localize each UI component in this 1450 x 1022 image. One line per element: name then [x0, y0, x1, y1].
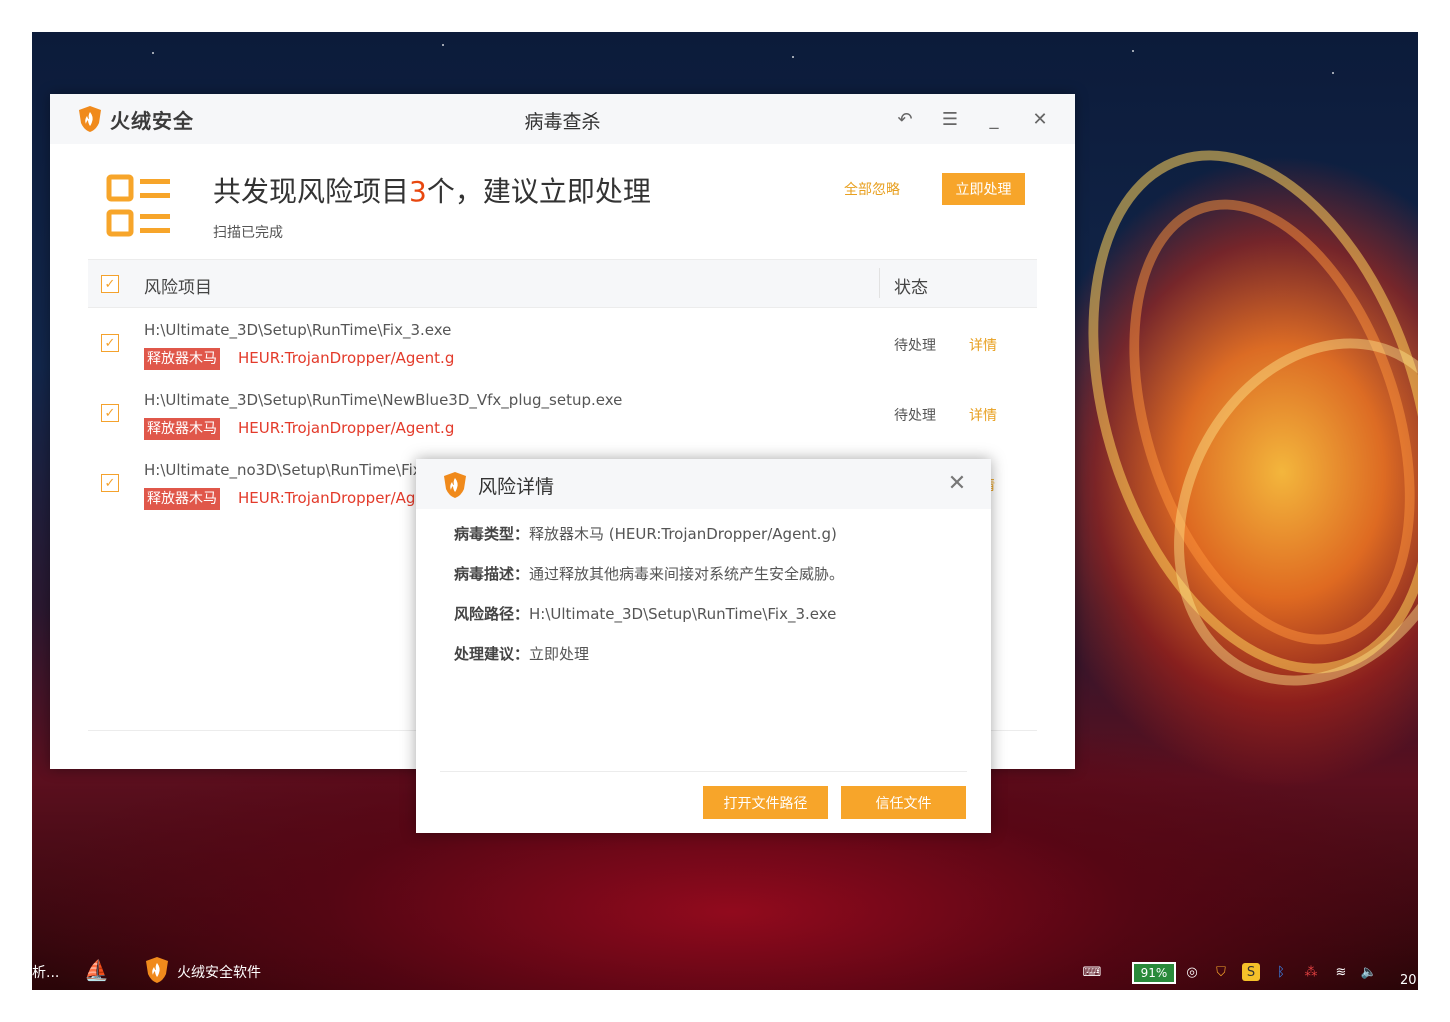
suggestion-row: 处理建议：立即处理	[454, 643, 589, 664]
huorong-taskbar-icon[interactable]	[145, 956, 169, 984]
scan-headline: 共发现风险项目3个，建议立即处理	[213, 170, 651, 210]
risk-count: 3	[409, 175, 427, 208]
field-value: H:\Ultimate_3D\Setup\RunTime\Fix_3.exe	[529, 605, 837, 623]
ignore-all-link[interactable]: 全部忽略	[844, 179, 900, 199]
titlebar: 火绒安全 病毒查杀 ↶ ☰ _ ✕	[50, 94, 1075, 144]
security-tray-icon[interactable]: S	[1242, 963, 1260, 981]
bluetooth-icon[interactable]: ᛒ	[1272, 963, 1290, 981]
threat-type-badge: 释放器木马	[144, 348, 220, 370]
volume-icon[interactable]: 🔈	[1360, 963, 1378, 981]
star	[1332, 72, 1334, 74]
close-icon[interactable]: ✕	[1029, 108, 1051, 130]
boat-app-icon[interactable]: ⛵	[84, 958, 109, 982]
file-path: H:\Ultimate_no3D\Setup\RunTime\Fix	[144, 461, 422, 479]
scan-status: 扫描已完成	[213, 225, 283, 241]
huorong-tray-icon[interactable]: ⛉	[1212, 963, 1230, 981]
threat-type-badge: 释放器木马	[144, 418, 220, 440]
file-path: H:\Ultimate_3D\Setup\RunTime\NewBlue3D_V…	[144, 391, 623, 409]
row-status: 待处理	[894, 338, 936, 354]
field-value: 通过释放其他病毒来间接对系统产生安全威胁。	[529, 565, 845, 583]
headline-suffix: 个，建议立即处理	[426, 175, 651, 208]
headline-prefix: 共发现风险项目	[213, 175, 410, 208]
row-checkbox[interactable]: ✓	[101, 474, 119, 492]
menu-icon[interactable]: ☰	[939, 108, 961, 130]
keyboard-icon[interactable]: ⌨	[1083, 963, 1102, 981]
column-status: 状态	[894, 278, 928, 298]
risk-list-icon	[106, 174, 170, 237]
row-checkbox[interactable]: ✓	[101, 334, 119, 352]
star	[152, 52, 154, 54]
field-label: 处理建议：	[454, 645, 530, 663]
table-row: ✓ H:\Ultimate_3D\Setup\RunTime\Fix_3.exe…	[88, 321, 1037, 391]
field-value: 立即处理	[529, 645, 590, 663]
table-header: ✓ 风险项目 状态	[88, 259, 1037, 308]
column-risk-item: 风险项目	[144, 278, 212, 298]
taskbar-app-label[interactable]: 火绒安全软件	[177, 962, 261, 982]
row-status: 待处理	[894, 408, 936, 424]
huorong-shield-icon	[444, 472, 466, 498]
field-value: 释放器木马 (HEUR:TrojanDropper/Agent.g)	[529, 525, 837, 543]
dialog-header: 风险详情 ✕	[416, 459, 991, 509]
file-path: H:\Ultimate_3D\Setup\RunTime\Fix_3.exe	[144, 321, 452, 339]
dialog-title: 风险详情	[478, 476, 555, 498]
trust-file-button[interactable]: 信任文件	[841, 786, 966, 819]
detail-link[interactable]: 详情	[969, 405, 997, 425]
detail-link[interactable]: 详情	[969, 335, 997, 355]
open-file-path-button[interactable]: 打开文件路径	[703, 786, 828, 819]
dialog-close-icon[interactable]: ✕	[945, 471, 969, 496]
risk-detail-dialog: 风险详情 ✕ 病毒类型：释放器木马 (HEUR:TrojanDropper/Ag…	[416, 459, 991, 833]
column-divider	[879, 268, 880, 298]
star	[442, 44, 444, 46]
field-label: 病毒类型：	[454, 525, 530, 543]
threat-name: HEUR:TrojanDropper/Agent.g	[238, 349, 455, 367]
virus-type-row: 病毒类型：释放器木马 (HEUR:TrojanDropper/Agent.g)	[454, 523, 837, 544]
table-row: ✓ H:\Ultimate_3D\Setup\RunTime\NewBlue3D…	[88, 391, 1037, 461]
select-all-checkbox[interactable]: ✓	[101, 275, 119, 293]
star	[792, 56, 794, 58]
minimize-icon[interactable]: _	[983, 108, 1005, 130]
virus-description-row: 病毒描述：通过释放其他病毒来间接对系统产生安全威胁。	[454, 563, 844, 584]
threat-name: HEUR:TrojanDropper/Agent.g	[238, 419, 455, 437]
window-title: 病毒查杀	[524, 111, 601, 133]
threat-name: HEUR:TrojanDropper/Ag	[238, 489, 416, 507]
app-tray-icon[interactable]: ⁂	[1302, 963, 1320, 981]
dialog-divider	[440, 771, 967, 772]
handle-now-button[interactable]: 立即处理	[942, 173, 1025, 205]
network-globe-icon[interactable]: ◎	[1183, 963, 1201, 981]
field-label: 风险路径：	[454, 605, 530, 623]
field-label: 病毒描述：	[454, 565, 530, 583]
threat-type-badge: 释放器木马	[144, 488, 220, 510]
wifi-icon[interactable]: ≋	[1332, 963, 1350, 981]
clock-fragment: 20	[1400, 973, 1417, 988]
battery-indicator[interactable]: 91%	[1132, 962, 1176, 984]
risk-path-row: 风险路径：H:\Ultimate_3D\Setup\RunTime\Fix_3.…	[454, 603, 836, 624]
taskbar-left-item[interactable]: 析...	[32, 962, 59, 982]
row-checkbox[interactable]: ✓	[101, 404, 119, 422]
back-icon[interactable]: ↶	[894, 108, 916, 130]
star	[1132, 50, 1134, 52]
